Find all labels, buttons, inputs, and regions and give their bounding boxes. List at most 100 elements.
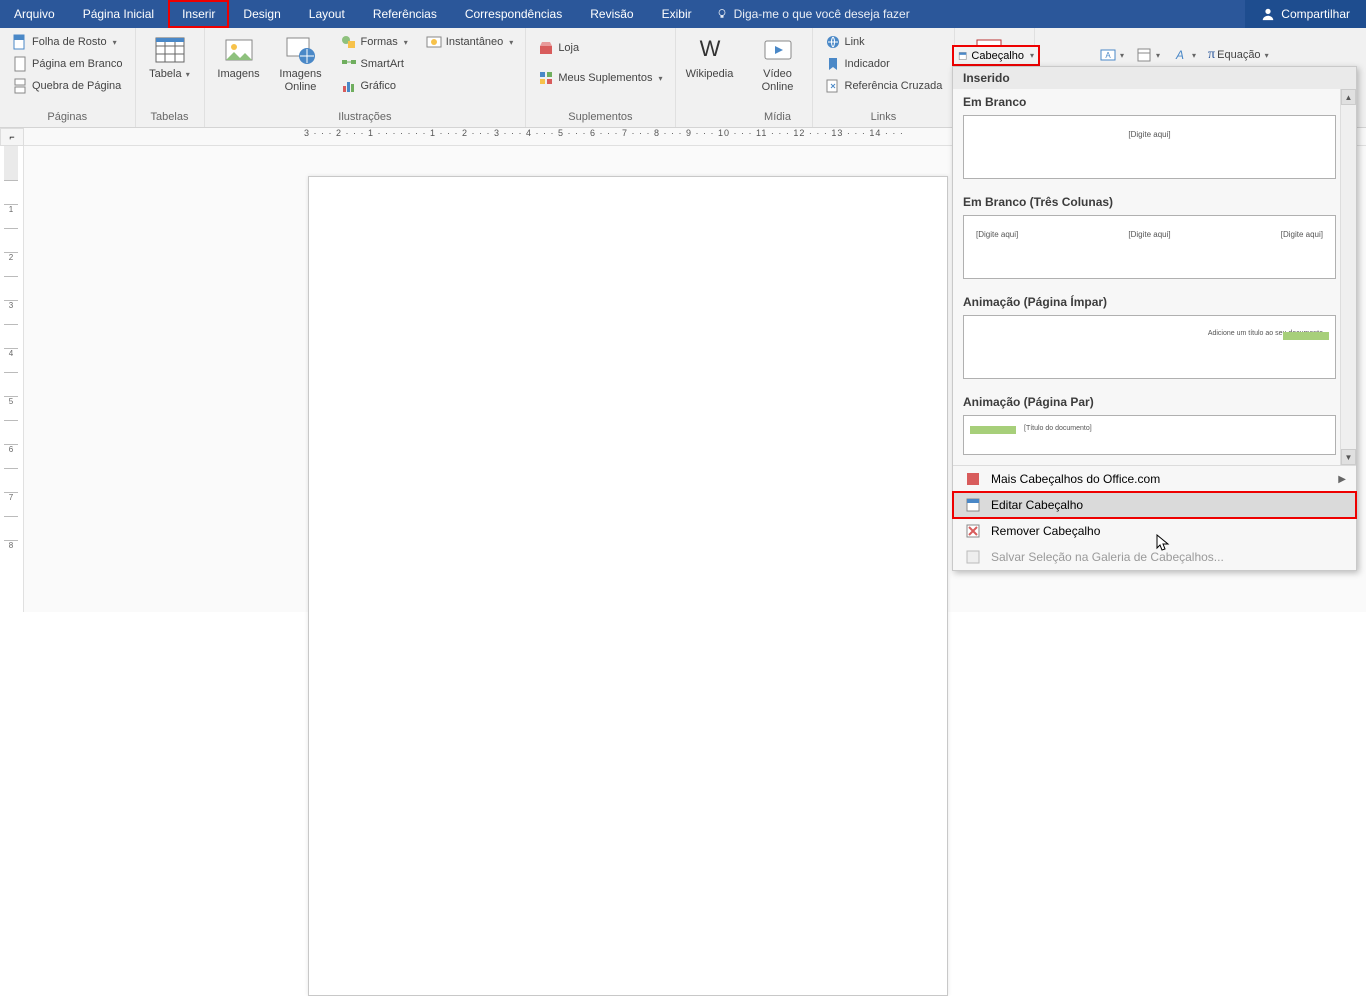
gallery-scroll: Em Branco [Digite aqui] Em Branco (Três …: [953, 89, 1356, 465]
wikipedia-button[interactable]: W Wikipedia: [684, 32, 736, 81]
ribbon-right-items: A▾ ▾ A▾ π Equação ▾: [1100, 47, 1269, 63]
chart-icon: [341, 78, 357, 94]
tab-inserir[interactable]: Inserir: [168, 0, 229, 28]
wordart-icon: A: [1172, 47, 1188, 63]
remover-cabecalho-option[interactable]: Remover Cabeçalho: [953, 518, 1356, 544]
wikipedia-label: Wikipedia: [684, 68, 736, 81]
link-icon: [825, 34, 841, 50]
video-icon: [762, 34, 794, 66]
gallery-item-em-branco[interactable]: [Digite aqui]: [963, 115, 1336, 179]
formas-button[interactable]: Formas▾: [337, 32, 412, 52]
quebra-pagina-label: Quebra de Página: [32, 80, 121, 92]
scroll-up-button[interactable]: ▲: [1341, 89, 1356, 105]
formas-label: Formas: [361, 36, 398, 48]
lightbulb-icon: [716, 8, 728, 20]
video-label: Vídeo Online: [752, 68, 804, 94]
group-paginas-label: Páginas: [8, 109, 127, 127]
cover-page-icon: [12, 34, 28, 50]
svg-text:W: W: [699, 36, 720, 61]
section-anim-impar: Animação (Página Ímpar): [953, 289, 1356, 311]
tab-arquivo[interactable]: Arquivo: [0, 0, 69, 28]
salvar-selecao-option: Salvar Seleção na Galeria de Cabeçalhos.…: [953, 544, 1356, 570]
instantaneo-button[interactable]: Instantâneo▾: [422, 32, 518, 52]
save-gallery-icon: [965, 549, 981, 565]
remove-header-icon: [965, 523, 981, 539]
meus-suplementos-button[interactable]: Meus Suplementos ▾: [534, 68, 666, 88]
textbox-button[interactable]: A▾: [1100, 47, 1124, 63]
folha-rosto-label: Folha de Rosto: [32, 36, 107, 48]
group-tabelas: Tabela ▾ Tabelas: [136, 28, 205, 127]
online-pictures-icon: [285, 34, 317, 66]
meus-label: Meus Suplementos: [558, 72, 652, 84]
quickparts-button[interactable]: ▾: [1136, 47, 1160, 63]
indicador-label: Indicador: [845, 58, 890, 70]
cabecalho-button[interactable]: Cabeçalho▾: [952, 45, 1040, 66]
document-page[interactable]: [308, 176, 948, 996]
grafico-button[interactable]: Gráfico: [337, 76, 412, 96]
scroll-down-button[interactable]: ▼: [1341, 449, 1356, 465]
textbox-icon: A: [1100, 47, 1116, 63]
tell-me[interactable]: Diga-me o que você deseja fazer: [716, 0, 910, 28]
gallery-item-anim-impar[interactable]: Adicione um título ao seu documento: [963, 315, 1336, 379]
group-suplementos-label: Suplementos: [534, 109, 666, 127]
gallery-title: Inserido: [953, 67, 1356, 89]
section-em-branco: Em Branco: [953, 89, 1356, 111]
loja-label: Loja: [558, 42, 579, 54]
menubar: Arquivo Página Inicial Inserir Design La…: [0, 0, 1366, 28]
svg-text:A: A: [1105, 51, 1111, 60]
blank-page-icon: [12, 56, 28, 72]
editar-label: Editar Cabeçalho: [991, 498, 1083, 512]
tab-layout[interactable]: Layout: [295, 0, 359, 28]
bookmark-icon: [825, 56, 841, 72]
addins-icon: [538, 70, 554, 86]
gallery-item-tres-colunas[interactable]: [Digite aqui] [Digite aqui] [Digite aqui…: [963, 215, 1336, 279]
vertical-ruler[interactable]: 12 34 56 78: [0, 146, 24, 612]
video-online-button[interactable]: Vídeo Online: [752, 32, 804, 94]
tab-design[interactable]: Design: [229, 0, 294, 28]
preview-col3: [Digite aqui]: [1281, 230, 1323, 239]
tab-revisao[interactable]: Revisão: [576, 0, 647, 28]
group-links: Link Indicador Referência Cruzada Links: [813, 28, 956, 127]
shapes-icon: [341, 34, 357, 50]
section-anim-par: Animação (Página Par): [953, 389, 1356, 411]
instantaneo-label: Instantâneo: [446, 36, 504, 48]
pictures-icon: [223, 34, 255, 66]
tab-exibir[interactable]: Exibir: [648, 0, 706, 28]
pagina-branco-button[interactable]: Página em Branco: [8, 54, 127, 74]
table-icon: [154, 34, 186, 66]
salvar-label: Salvar Seleção na Galeria de Cabeçalhos.…: [991, 550, 1224, 564]
imagens-button[interactable]: Imagens: [213, 32, 265, 81]
group-wikipedia: W Wikipedia: [676, 28, 744, 127]
ref-cruzada-button[interactable]: Referência Cruzada: [821, 76, 947, 96]
group-midia-label: Mídia: [752, 109, 804, 127]
tab-referencias[interactable]: Referências: [359, 0, 451, 28]
preview-text: [Digite aqui]: [976, 130, 1323, 139]
group-suplementos: Loja Meus Suplementos ▾ Suplementos: [526, 28, 675, 127]
equacao-label: Equação: [1217, 49, 1260, 61]
wordart-button[interactable]: A▾: [1172, 47, 1196, 63]
mais-cabecalhos-option[interactable]: Mais Cabeçalhos do Office.com ▶: [953, 466, 1356, 492]
tabela-button[interactable]: Tabela ▾: [144, 32, 196, 81]
gallery-item-anim-par[interactable]: [Título do documento]: [963, 415, 1336, 455]
folha-rosto-button[interactable]: Folha de Rosto▾: [8, 32, 127, 52]
quebra-pagina-button[interactable]: Quebra de Página: [8, 76, 127, 96]
section-tres-colunas: Em Branco (Três Colunas): [953, 189, 1356, 211]
svg-text:A: A: [1175, 48, 1184, 62]
equacao-button[interactable]: π Equação ▾: [1208, 47, 1269, 63]
smartart-icon: [341, 56, 357, 72]
tab-pagina-inicial[interactable]: Página Inicial: [69, 0, 168, 28]
group-paginas: Folha de Rosto▾ Página em Branco Quebra …: [0, 28, 136, 127]
link-button[interactable]: Link: [821, 32, 947, 52]
tab-correspondencias[interactable]: Correspondências: [451, 0, 576, 28]
loja-button[interactable]: Loja: [534, 38, 666, 58]
indicador-button[interactable]: Indicador: [821, 54, 947, 74]
gallery-scrollbar[interactable]: ▲ ▼: [1340, 89, 1356, 465]
ref-cruzada-label: Referência Cruzada: [845, 80, 943, 92]
imagens-online-button[interactable]: Imagens Online: [275, 32, 327, 94]
share-button[interactable]: Compartilhar: [1245, 0, 1366, 28]
smartart-button[interactable]: SmartArt: [337, 54, 412, 74]
editar-cabecalho-option[interactable]: Editar Cabeçalho: [953, 492, 1356, 518]
mais-label: Mais Cabeçalhos do Office.com: [991, 472, 1160, 486]
link-label: Link: [845, 36, 865, 48]
screenshot-icon: [426, 34, 442, 50]
